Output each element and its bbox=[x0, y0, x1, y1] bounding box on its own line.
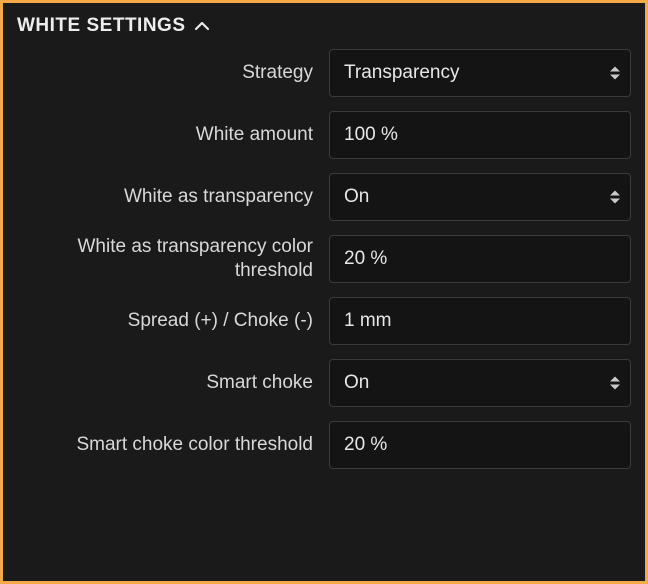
panel-body: Strategy Transparency White amount 100 %… bbox=[3, 43, 645, 581]
row-strategy: Strategy Transparency bbox=[17, 49, 631, 97]
input-spread-choke-value: 1 mm bbox=[344, 310, 392, 332]
select-smart-choke-value: On bbox=[344, 372, 369, 394]
white-settings-panel: WHITE SETTINGS Strategy Transparency Whi… bbox=[0, 0, 648, 584]
input-smart-choke-threshold[interactable]: 20 % bbox=[329, 421, 631, 469]
row-smart-choke-threshold: Smart choke color threshold 20 % bbox=[17, 421, 631, 469]
label-white-as-transparency: White as transparency bbox=[17, 185, 313, 209]
label-white-amount: White amount bbox=[17, 123, 313, 147]
label-smart-choke-threshold: Smart choke color threshold bbox=[17, 433, 313, 457]
dropdown-arrows-icon bbox=[610, 377, 620, 390]
label-smart-choke: Smart choke bbox=[17, 371, 313, 395]
collapse-icon bbox=[194, 20, 210, 32]
dropdown-arrows-icon bbox=[610, 191, 620, 204]
input-spread-choke[interactable]: 1 mm bbox=[329, 297, 631, 345]
row-white-as-transparency-threshold: White as transparency color threshold 20… bbox=[17, 235, 631, 283]
input-white-amount[interactable]: 100 % bbox=[329, 111, 631, 159]
input-white-amount-value: 100 % bbox=[344, 124, 398, 146]
input-white-as-transparency-threshold-value: 20 % bbox=[344, 248, 387, 270]
select-white-as-transparency[interactable]: On bbox=[329, 173, 631, 221]
select-strategy-value: Transparency bbox=[344, 62, 459, 84]
label-spread-choke: Spread (+) / Choke (-) bbox=[17, 309, 313, 333]
label-strategy: Strategy bbox=[17, 61, 313, 85]
select-smart-choke[interactable]: On bbox=[329, 359, 631, 407]
row-spread-choke: Spread (+) / Choke (-) 1 mm bbox=[17, 297, 631, 345]
row-white-as-transparency: White as transparency On bbox=[17, 173, 631, 221]
dropdown-arrows-icon bbox=[610, 67, 620, 80]
row-white-amount: White amount 100 % bbox=[17, 111, 631, 159]
input-white-as-transparency-threshold[interactable]: 20 % bbox=[329, 235, 631, 283]
panel-title: WHITE SETTINGS bbox=[17, 15, 186, 37]
select-white-as-transparency-value: On bbox=[344, 186, 369, 208]
input-smart-choke-threshold-value: 20 % bbox=[344, 434, 387, 456]
label-white-as-transparency-threshold: White as transparency color threshold bbox=[17, 235, 313, 283]
panel-header[interactable]: WHITE SETTINGS bbox=[3, 3, 645, 43]
row-smart-choke: Smart choke On bbox=[17, 359, 631, 407]
select-strategy[interactable]: Transparency bbox=[329, 49, 631, 97]
